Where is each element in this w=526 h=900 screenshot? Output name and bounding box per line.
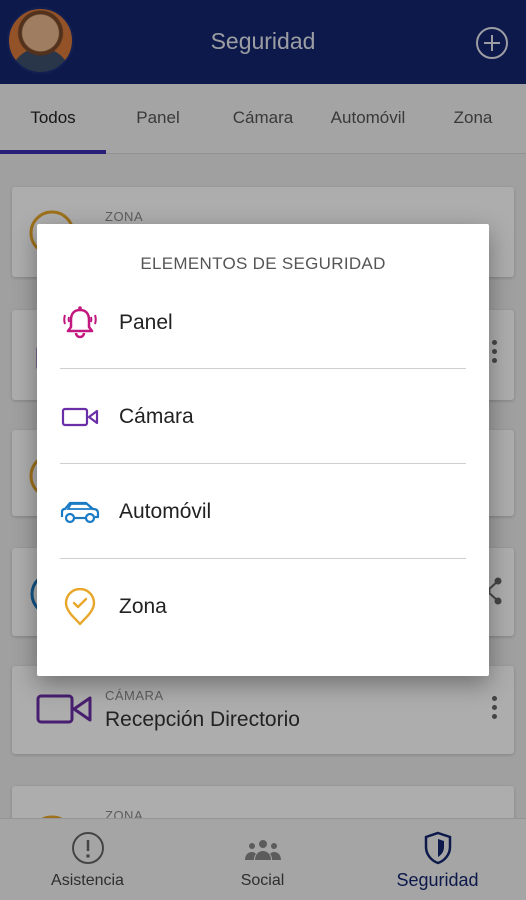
camera-icon	[61, 407, 99, 427]
option-automovil[interactable]: Automóvil	[37, 465, 489, 559]
zone-check-icon	[64, 588, 96, 626]
divider	[60, 558, 466, 559]
car-icon	[60, 501, 100, 524]
option-label: Panel	[119, 311, 173, 334]
option-panel[interactable]: Panel	[37, 276, 489, 370]
option-zona[interactable]: Zona	[37, 560, 489, 654]
divider	[60, 463, 466, 464]
option-camara[interactable]: Cámara	[37, 370, 489, 464]
divider	[60, 368, 466, 369]
option-label: Zona	[119, 595, 167, 618]
dialog-title: ELEMENTOS DE SEGURIDAD	[140, 254, 386, 273]
option-label: Cámara	[119, 405, 194, 428]
option-label: Automóvil	[119, 500, 212, 523]
security-elements-dialog: ELEMENTOS DE SEGURIDAD Panel Cámara Auto…	[37, 224, 489, 676]
bell-icon	[63, 306, 97, 339]
